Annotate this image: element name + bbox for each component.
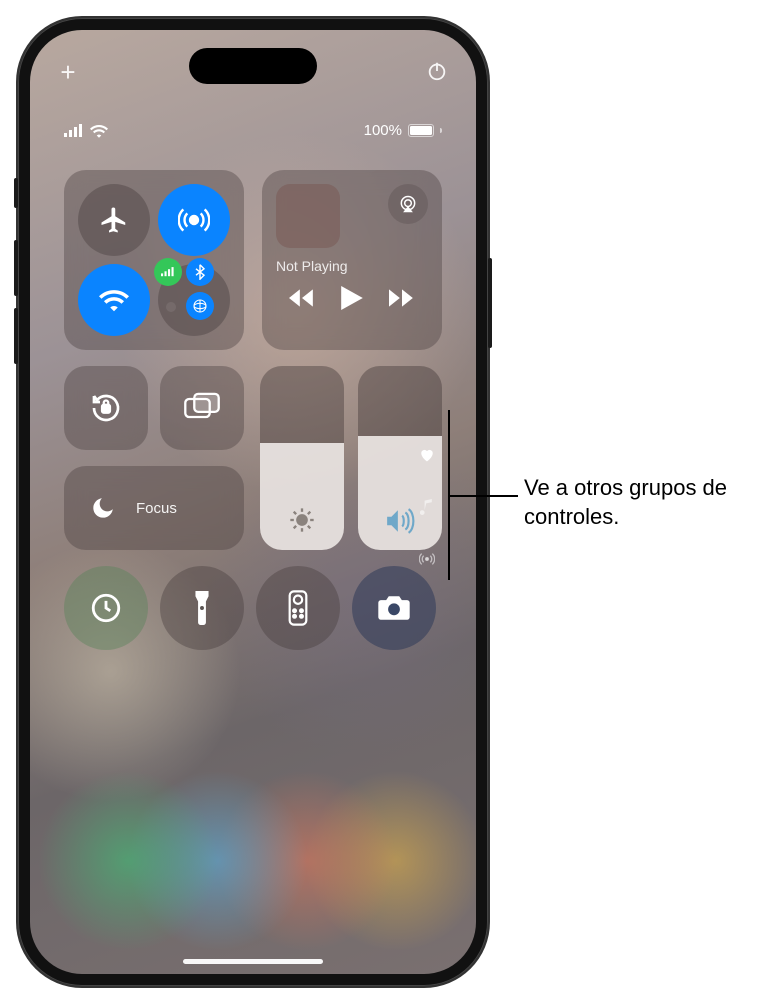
wifi-status-icon	[90, 124, 108, 138]
sun-icon	[288, 506, 316, 534]
screen: + 100%	[30, 30, 476, 974]
globe-icon	[192, 298, 208, 314]
antenna-icon	[419, 551, 435, 567]
moon-icon	[90, 495, 116, 521]
page-favorites-icon[interactable]	[418, 446, 436, 464]
page-indicators[interactable]	[418, 446, 436, 568]
flashlight-icon	[192, 591, 212, 625]
flashlight-button[interactable]	[160, 566, 244, 650]
screen-mirroring-icon	[184, 392, 220, 424]
music-note-icon	[420, 499, 434, 515]
page-connectivity-icon[interactable]	[418, 550, 436, 568]
wifi-toggle[interactable]	[78, 264, 150, 336]
battery-icon	[408, 124, 434, 137]
bluetooth-toggle[interactable]	[186, 258, 214, 286]
airplay-icon	[398, 194, 418, 214]
cellular-bars-icon	[161, 266, 175, 278]
add-control-button[interactable]: +	[54, 58, 82, 86]
volume-down-button	[14, 308, 18, 364]
timer-button[interactable]	[64, 566, 148, 650]
media-module[interactable]: Not Playing	[262, 170, 442, 350]
forward-icon[interactable]	[389, 288, 415, 308]
focus-button[interactable]: Focus	[64, 466, 244, 550]
airdrop-toggle[interactable]	[158, 184, 230, 256]
wifi-icon	[99, 288, 129, 312]
airplane-icon	[99, 205, 129, 235]
dynamic-island	[189, 48, 317, 84]
airplay-button[interactable]	[388, 184, 428, 224]
satellite-toggle[interactable]	[186, 292, 214, 320]
iphone-frame: + 100%	[18, 18, 488, 986]
orientation-lock-toggle[interactable]	[64, 366, 148, 450]
home-indicator[interactable]	[183, 959, 323, 964]
media-artwork	[276, 184, 340, 248]
speaker-icon	[385, 508, 415, 534]
brightness-slider[interactable]	[260, 366, 344, 550]
apple-tv-remote-button[interactable]	[256, 566, 340, 650]
rewind-icon[interactable]	[289, 288, 315, 308]
battery-percentage: 100%	[364, 122, 402, 139]
connectivity-more-dot	[166, 302, 176, 312]
volume-up-button	[14, 240, 18, 296]
cellular-signal-icon	[64, 124, 84, 138]
mute-switch	[14, 178, 18, 208]
screen-mirroring-button[interactable]	[160, 366, 244, 450]
side-button	[488, 258, 492, 348]
media-title: Not Playing	[276, 258, 428, 274]
callout-text: Ve a otros grupos de controles.	[524, 474, 774, 531]
heart-icon	[419, 448, 435, 462]
play-icon[interactable]	[341, 286, 363, 310]
callout-leader-line	[448, 410, 518, 580]
cellular-data-toggle[interactable]	[154, 258, 182, 286]
airdrop-icon	[178, 204, 210, 236]
connectivity-module[interactable]	[64, 170, 244, 350]
power-icon	[426, 60, 448, 82]
power-button[interactable]	[424, 58, 450, 84]
orientation-lock-icon	[88, 390, 124, 426]
timer-icon	[89, 591, 123, 625]
camera-button[interactable]	[352, 566, 436, 650]
airplane-mode-toggle[interactable]	[78, 184, 150, 256]
page-music-icon[interactable]	[418, 498, 436, 516]
remote-icon	[288, 590, 308, 626]
battery-tip	[440, 128, 442, 133]
status-bar: 100%	[30, 120, 476, 150]
connectivity-expand-button[interactable]	[158, 264, 230, 336]
camera-icon	[377, 594, 411, 622]
focus-label: Focus	[136, 500, 177, 517]
bluetooth-icon	[194, 264, 206, 280]
